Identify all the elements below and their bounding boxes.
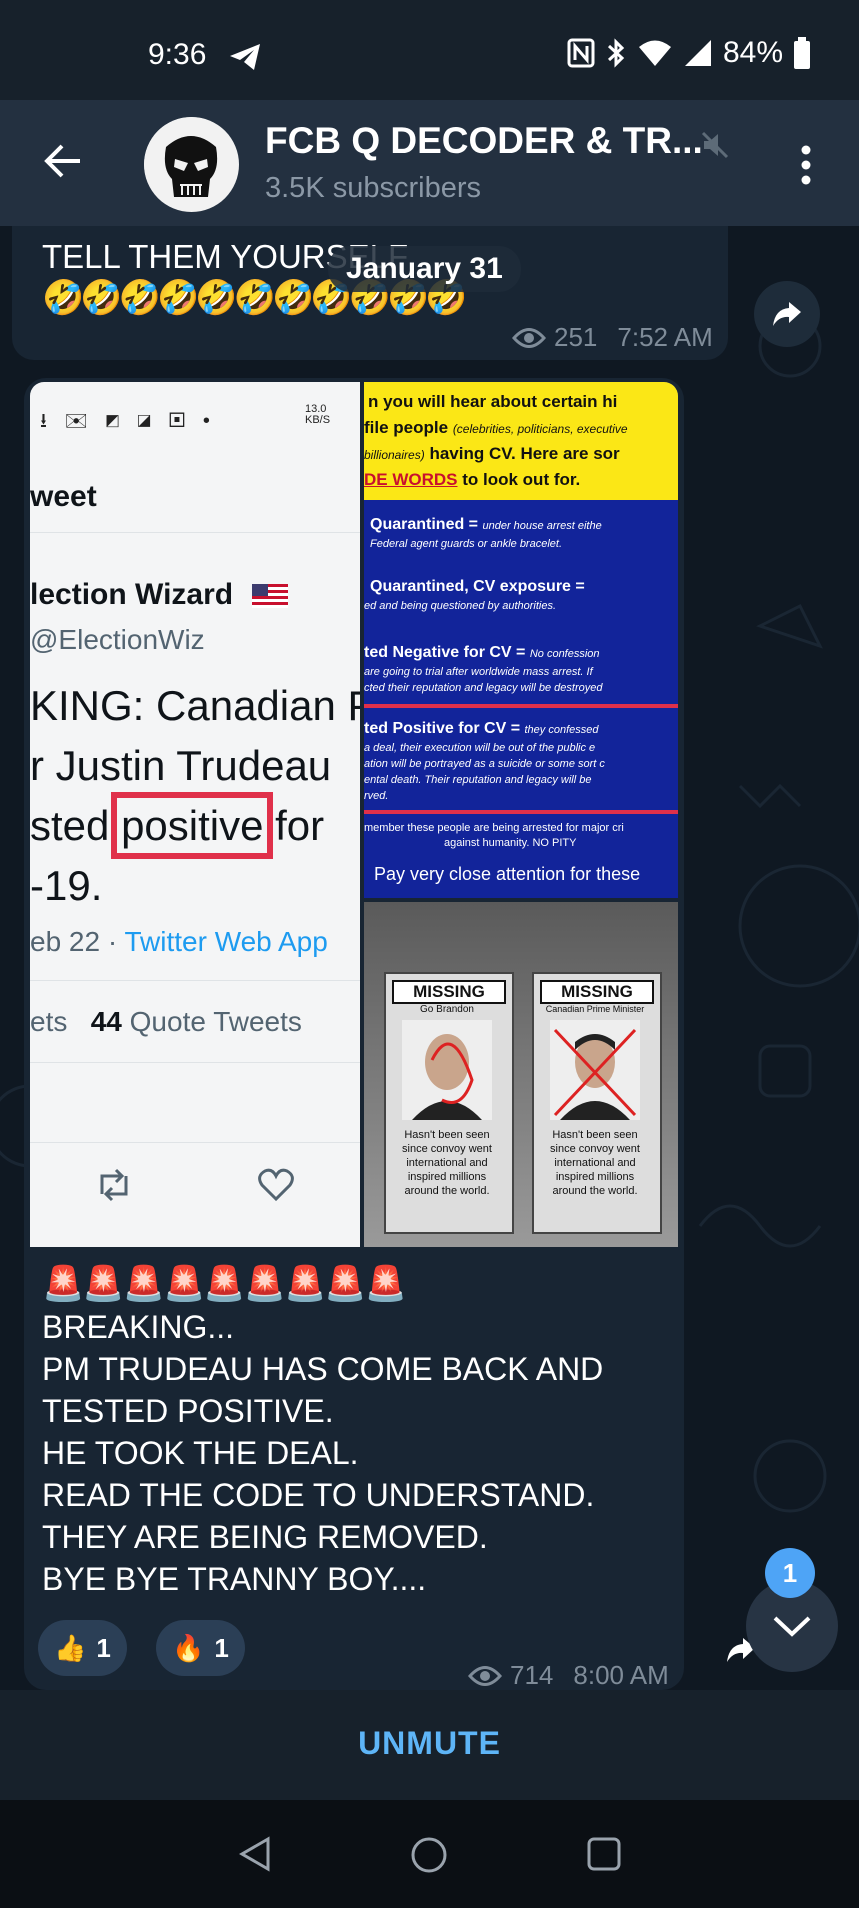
battery-icon [794, 37, 810, 69]
chevron-down-icon [773, 1616, 811, 1637]
tweet-date: eb 22 · Twitter Web App [30, 926, 328, 957]
reaction-count: 1 [96, 1632, 111, 1663]
retweet-icon [100, 1168, 128, 1202]
reaction-fire[interactable]: 🔥 1 [156, 1620, 245, 1676]
thumbs-up-icon: 👍 [54, 1632, 87, 1663]
views-eye-icon [468, 1665, 502, 1686]
channel-title[interactable]: FCB Q DECODER & TR... [265, 120, 703, 162]
missing-milk-carton-image[interactable]: MISSING Go Brandon Hasn't been seen since… [364, 902, 678, 1247]
battery-percent: 84% [722, 36, 783, 69]
signal-icon [684, 40, 711, 66]
tweet-line: KING: Canadian P [30, 682, 360, 729]
status-time: 9:36 [148, 38, 207, 71]
view-count: 251 [554, 322, 598, 352]
punisher-skull-icon [144, 117, 238, 211]
channel-avatar[interactable] [144, 117, 239, 212]
unread-badge: 1 [765, 1548, 815, 1598]
date-pill: January 31 [328, 246, 521, 292]
nav-recents-icon[interactable] [586, 1836, 622, 1872]
tweet-author-name: lection Wizard [30, 578, 234, 611]
tweet-stats: ets 44 Quote Tweets [30, 1006, 302, 1037]
status-speed: 13.0 KB/S [305, 403, 331, 426]
nfc-icon [567, 38, 595, 68]
bluetooth-icon [607, 38, 625, 68]
forward-icon [773, 302, 801, 326]
message-time: 7:52 AM [617, 322, 713, 352]
phone-status-icons: ⭳ ✉ ◩ ◪ ▣ • [40, 410, 216, 432]
reaction-thumbs-up[interactable]: 👍 1 [38, 1620, 127, 1676]
wifi-icon [638, 40, 671, 66]
view-count: 714 [510, 1660, 554, 1690]
highlight-box: positive [111, 792, 274, 859]
message-meta: 714 8:00 AM [468, 1660, 669, 1691]
fire-icon: 🔥 [172, 1632, 205, 1663]
forward-button[interactable] [754, 281, 820, 347]
message-emoji: 🚨🚨🚨🚨🚨🚨🚨🚨🚨 [42, 1265, 407, 1303]
telegram-icon [230, 44, 260, 70]
tweet-line: r Justin Trudeau [30, 742, 332, 789]
tweet-handle: @ElectionWiz [30, 624, 205, 655]
message-meta: 251 7:52 AM [512, 322, 713, 353]
system-nav-bar [0, 1800, 859, 1908]
chat-header [0, 100, 859, 226]
views-eye-icon [512, 327, 546, 348]
us-flag-icon [252, 584, 288, 608]
code-words-image[interactable]: n you will hear about certain hi file pe… [364, 382, 678, 898]
portrait-trudeau-icon [550, 1020, 640, 1120]
tweet-line: -19. [30, 862, 103, 909]
reaction-count: 1 [214, 1632, 229, 1663]
message-time: 8:00 AM [573, 1660, 669, 1690]
nav-back-icon[interactable] [238, 1836, 272, 1872]
status-icons: 84% [567, 36, 811, 70]
back-arrow-icon[interactable] [42, 140, 84, 182]
tweet-screenshot-image[interactable]: ⭳ ✉ ◩ ◪ ▣ • 13.0 KB/S weet lection Wizar… [30, 382, 360, 1247]
portrait-biden-icon [402, 1020, 492, 1120]
muted-speaker-icon [701, 131, 729, 159]
nav-home-icon[interactable] [410, 1836, 448, 1874]
like-heart-icon [258, 1168, 294, 1202]
tweet-line: sted positive for [30, 792, 325, 859]
tweet-heading: weet [30, 480, 97, 513]
unmute-button[interactable]: UNMUTE [0, 1725, 859, 1762]
message-text: BREAKING... PM TRUDEAU HAS COME BACK AND… [42, 1309, 604, 1597]
subscriber-count: 3.5K subscribers [265, 172, 481, 204]
more-vert-icon[interactable] [800, 145, 812, 185]
